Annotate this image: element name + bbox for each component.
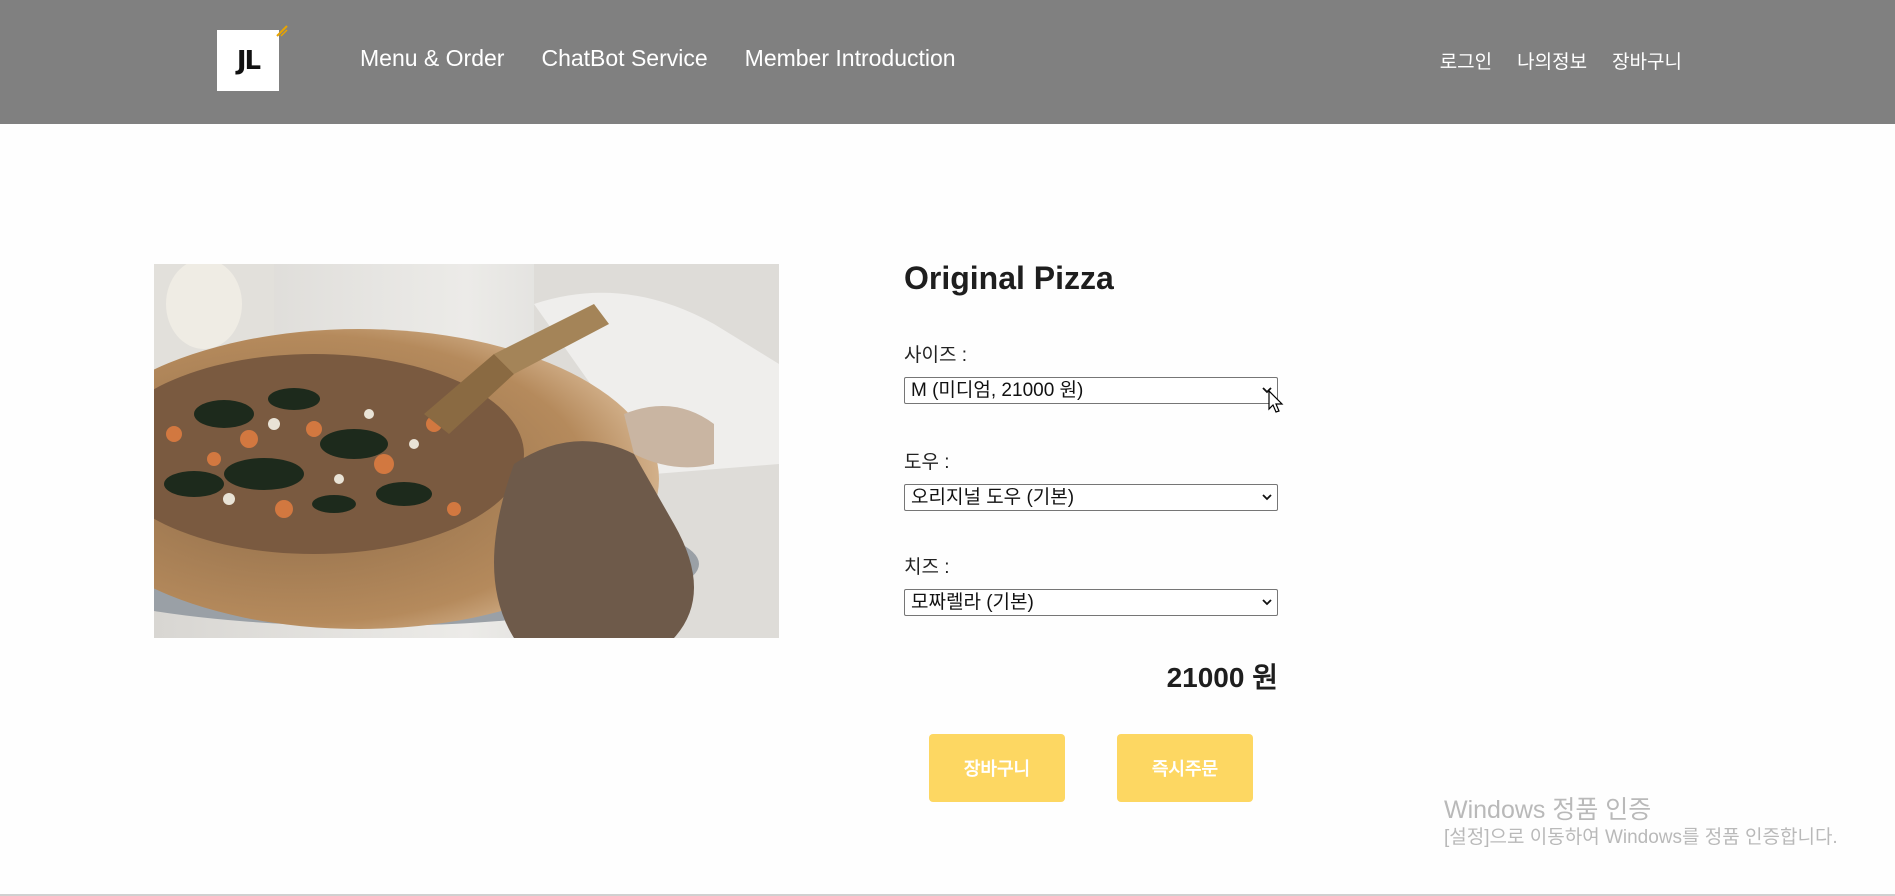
site-header: JL Menu & Order ChatBot Service Member I…	[0, 0, 1895, 124]
dough-select-value: 오리지널 도우 (기본)	[911, 487, 1075, 508]
windows-activation-title: Windows 정품 인증	[1444, 796, 1652, 824]
size-select-value: M (미디엄, 21000 원)	[911, 380, 1084, 401]
pizza-photo	[154, 264, 779, 638]
login-link[interactable]: 로그인	[1440, 47, 1492, 74]
size-label: 사이즈 :	[904, 345, 967, 366]
product-price: 21000 원	[1166, 662, 1278, 693]
logo-text: JL	[236, 45, 261, 76]
chevron-down-icon	[1262, 494, 1272, 501]
cheese-select[interactable]: 모짜렐라 (기본)	[904, 589, 1278, 616]
user-menu: 로그인 나의정보 장바구니	[1415, 47, 1682, 74]
cart-link[interactable]: 장바구니	[1612, 47, 1682, 74]
nav-menu-order[interactable]: Menu & Order	[360, 45, 504, 72]
product-title: Original Pizza	[904, 260, 1114, 296]
cheese-select-value: 모짜렐라 (기본)	[911, 592, 1034, 613]
dough-label: 도우 :	[904, 452, 950, 473]
my-info-link[interactable]: 나의정보	[1517, 47, 1587, 74]
nav-member-introduction[interactable]: Member Introduction	[745, 45, 956, 72]
main-nav: Menu & Order ChatBot Service Member Intr…	[360, 45, 993, 72]
cheese-label: 치즈 :	[904, 557, 950, 578]
order-now-button[interactable]: 즉시주문	[1117, 734, 1253, 802]
chevron-down-icon	[1262, 599, 1272, 606]
mouse-cursor-icon	[1268, 390, 1284, 413]
add-to-cart-button[interactable]: 장바구니	[929, 734, 1065, 802]
spark-icon	[276, 25, 288, 37]
logo[interactable]: JL	[217, 25, 288, 91]
windows-activation-message: [설정]으로 이동하여 Windows를 정품 인증합니다.	[1444, 827, 1838, 848]
nav-chatbot-service[interactable]: ChatBot Service	[541, 45, 707, 72]
dough-select[interactable]: 오리지널 도우 (기본)	[904, 484, 1278, 511]
size-select[interactable]: M (미디엄, 21000 원)	[904, 377, 1278, 404]
